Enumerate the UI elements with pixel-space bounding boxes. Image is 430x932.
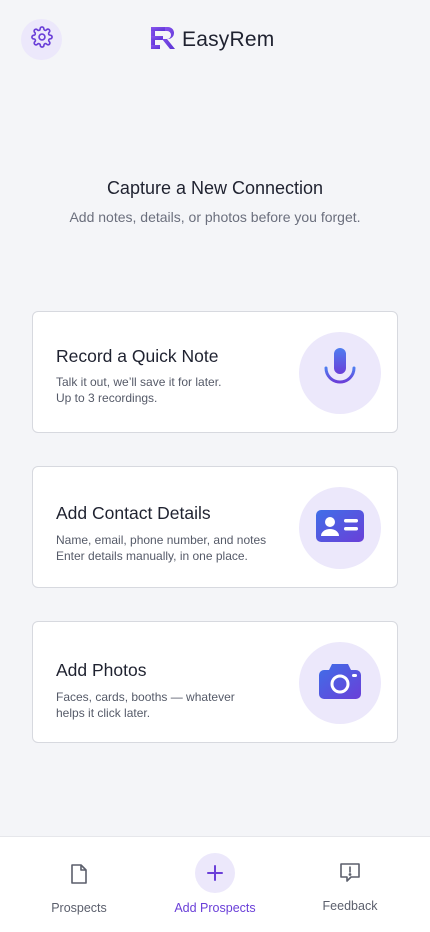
app-screen: EasyRem Capture a New Connection Add not… [0, 0, 430, 932]
plus-icon-background [195, 853, 235, 893]
microphone-icon [320, 346, 360, 401]
card-icon-circle [299, 487, 381, 569]
card-description-line: Talk it out, we’ll save it for later. [56, 375, 222, 389]
card-title: Record a Quick Note [56, 346, 219, 366]
add-contact-details-card[interactable]: Add Contact Details Name, email, phone n… [32, 466, 398, 588]
nav-label: Prospects [51, 901, 107, 915]
card-description-line: Faces, cards, booths — whatever [56, 690, 235, 704]
nav-label: Feedback [322, 899, 378, 913]
card-description-line: helps it click later. [56, 706, 151, 720]
page-subtitle: Add notes, details, or photos before you… [69, 209, 361, 225]
card-description: Name, email, phone number, and notes Ent… [56, 532, 266, 564]
card-description-line: Up to 3 recordings. [56, 391, 158, 405]
bottom-navigation: Prospects Add Prospects Feedback [0, 836, 430, 932]
card-description-line: Name, email, phone number, and notes [56, 533, 267, 547]
nav-item-prospects[interactable]: Prospects [19, 837, 139, 932]
card-description: Faces, cards, booths — whatever helps it… [56, 689, 235, 721]
card-title: Add Contact Details [56, 503, 211, 523]
card-icon-circle [299, 332, 381, 414]
card-description-line: Enter details manually, in one place. [56, 549, 248, 563]
record-note-card[interactable]: Record a Quick Note Talk it out, we’ll s… [32, 311, 398, 433]
plus-icon [195, 853, 235, 893]
nav-label: Add Prospects [174, 901, 256, 915]
nav-item-feedback[interactable]: Feedback [290, 837, 410, 932]
feedback-icon [339, 861, 361, 883]
gear-icon [30, 26, 53, 53]
add-photos-card[interactable]: Add Photos Faces, cards, booths — whatev… [32, 621, 398, 743]
card-description: Talk it out, we’ll save it for later. Up… [56, 374, 221, 406]
card-title: Add Photos [56, 660, 147, 680]
camera-icon [318, 662, 362, 705]
document-icon [70, 863, 88, 885]
er-monogram-logo [150, 25, 176, 56]
nav-item-add-prospects[interactable]: Add Prospects [155, 837, 275, 932]
app-name: EasyRem [182, 28, 275, 51]
card-icon-circle [299, 642, 381, 724]
page-title: Capture a New Connection [106, 178, 324, 198]
contact-card-icon [315, 509, 365, 548]
settings-button[interactable] [21, 19, 62, 60]
app-logo: EasyRem [150, 25, 275, 56]
